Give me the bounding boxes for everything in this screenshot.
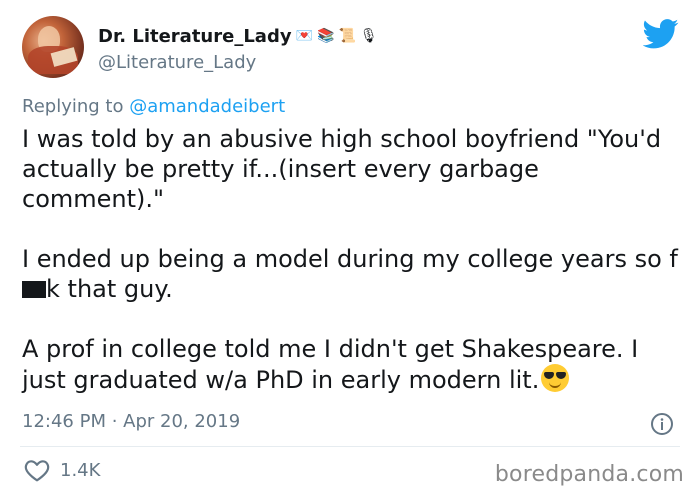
like-count: 1.4K [60,459,101,481]
tweet-paragraph-2-end: k that guy. [46,275,173,303]
twitter-bird-icon[interactable] [643,19,679,49]
tweet-paragraph-2-start: I ended up being a model during my colle… [22,245,678,273]
timestamp[interactable]: 12:46 PM · Apr 20, 2019 [22,411,240,432]
divider [20,446,680,447]
censor-block [22,281,46,298]
heart-icon[interactable] [24,458,50,482]
info-icon[interactable] [650,412,674,436]
tweet-paragraph-3: A prof in college told me I didn't get S… [22,334,682,395]
sunglasses-emoji-icon [541,364,570,392]
replying-to-label: Replying to [22,96,130,117]
replying-to-mention[interactable]: @amandadeibert [129,96,285,117]
user-handle[interactable]: @Literature_Lady [98,52,256,73]
watermark: boredpanda.com [494,462,684,487]
replying-to: Replying to @amandadeibert [22,96,285,117]
like-button[interactable]: 1.4K [24,458,100,482]
tweet-paragraph-2: I ended up being a model during my colle… [22,244,682,304]
love-letter-emoji: 💌 [295,28,314,44]
avatar[interactable] [22,16,84,78]
tweet-text: I was told by an abusive high school boy… [22,124,682,395]
books-emoji: 📚 [317,28,335,44]
display-name[interactable]: Dr. Literature_Lady [98,26,292,47]
microphone-emoji: 🎙 [359,28,378,44]
scroll-emoji: 📜 [338,28,356,44]
name-row: Dr. Literature_Lady 💌 📚 📜 🎙 [98,23,378,49]
tweet-paragraph-1: I was told by an abusive high school boy… [22,125,662,213]
